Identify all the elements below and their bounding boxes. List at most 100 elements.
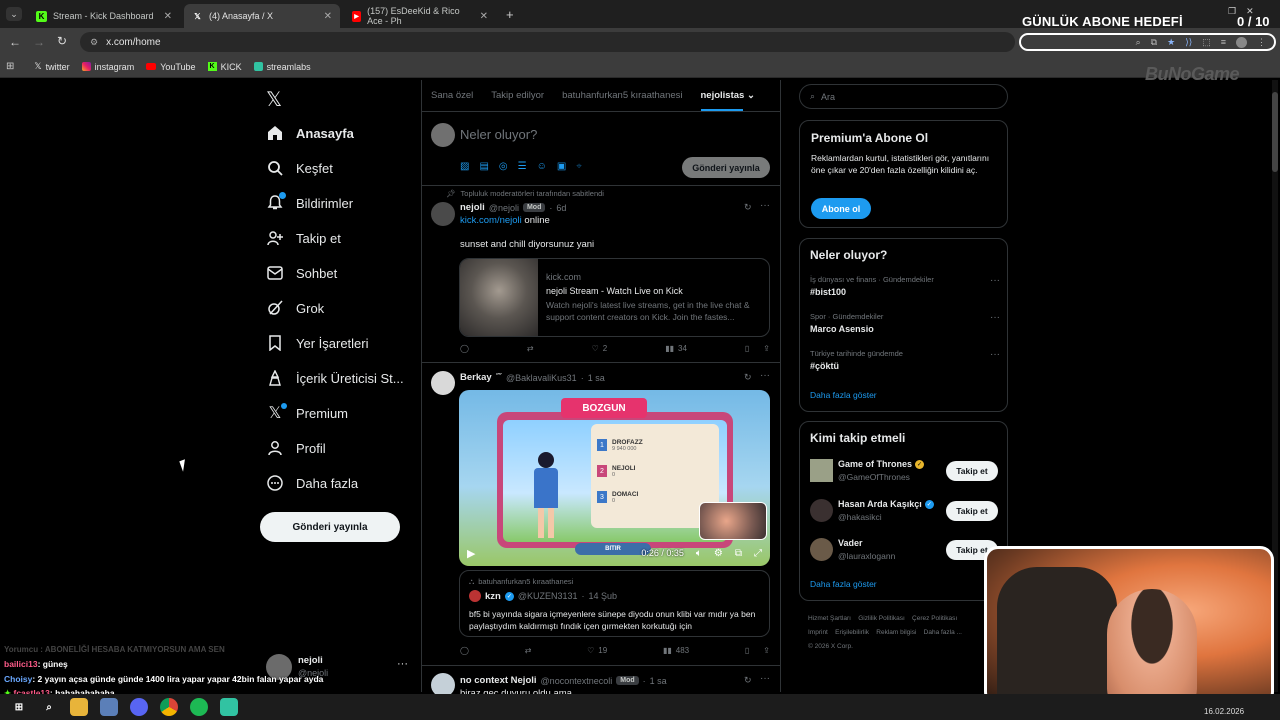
scrollbar-thumb[interactable] — [1272, 92, 1278, 172]
profile-avatar-icon[interactable] — [1236, 36, 1247, 48]
footer-link[interactable]: Imprint — [808, 629, 828, 636]
avatar[interactable] — [431, 371, 455, 395]
repost-button[interactable]: ⇄ — [527, 344, 534, 353]
trend-item[interactable]: İş dünyası ve finans · Gündemdekiler #bi… — [810, 275, 1000, 297]
more-icon[interactable]: ··· — [760, 370, 770, 381]
bookmark-instagram[interactable]: instagram — [81, 62, 134, 72]
suggestion-row[interactable]: Game of Thrones ✓ @GameOfThrones Takip et — [810, 458, 1002, 484]
more-icon[interactable]: ··· — [990, 275, 1000, 286]
browser-tab-kick[interactable]: K Stream - Kick Dashboard ✕ — [28, 4, 180, 28]
menu-icon[interactable]: ⋮ — [1257, 37, 1266, 48]
more-icon[interactable]: ··· — [760, 200, 770, 211]
nav-notifications[interactable]: Bildirimler — [266, 189, 353, 217]
bookmark-button[interactable]: ▯ ⇪ — [745, 344, 770, 353]
search-input[interactable]: ⌕ Ara — [799, 84, 1008, 109]
grok-icon[interactable]: ↻ — [744, 372, 752, 383]
video-player[interactable]: BOZGUN 1 DROFAZZ 9 940 000 2 NEJOLI 0 3 DO… — [459, 390, 770, 566]
repost-button[interactable]: ⇄ — [525, 646, 532, 655]
poll-icon[interactable]: ☰ — [518, 161, 527, 172]
nav-creator-studio[interactable]: İçerik Üreticisi St... — [266, 364, 404, 392]
spotify-icon[interactable] — [190, 698, 208, 716]
follow-button[interactable]: Takip et — [946, 501, 998, 521]
footer-link[interactable]: Daha fazla ... — [924, 629, 962, 636]
tab-community[interactable]: batuhanfurkan5 kıraathanesi — [562, 90, 682, 101]
kick-link[interactable]: kick.com/nejoli — [460, 215, 522, 226]
more-icon[interactable]: ··· — [990, 349, 1000, 360]
cast-icon[interactable]: ⟩⟩ — [1185, 37, 1192, 48]
grok-icon[interactable]: ↻ — [744, 202, 752, 213]
suggestion-row[interactable]: Hasan Arda Kaşıkçı ✓ @hakasikci Takip et — [810, 498, 1002, 524]
more-icon[interactable]: ··· — [760, 673, 770, 684]
new-tab-button[interactable]: + — [506, 7, 514, 22]
like-button[interactable]: ♡ 2 — [592, 344, 608, 353]
apps-icon[interactable]: ⊞ — [6, 61, 14, 72]
reply-button[interactable]: ◯ — [460, 646, 469, 655]
emoji-icon[interactable]: ☺ — [537, 161, 547, 172]
windows-start-icon[interactable]: ⊞ — [10, 698, 28, 716]
author-handle[interactable]: @nocontextnecoli — [541, 676, 613, 686]
nav-more[interactable]: Daha fazla — [266, 469, 358, 497]
grok-icon[interactable]: ◎ — [499, 161, 508, 172]
reading-list-icon[interactable]: ≡ — [1221, 37, 1226, 47]
tab-nejolistas[interactable]: nejolistas ⌄ — [700, 90, 755, 111]
bookmark-kick[interactable]: K KICK — [207, 62, 242, 72]
fullscreen-icon[interactable]: ⤢ — [754, 548, 762, 559]
gif-icon[interactable]: ▤ — [479, 161, 488, 172]
nav-follow[interactable]: Takip et — [266, 224, 341, 252]
post-time[interactable]: 1 sa — [588, 373, 605, 383]
show-more-suggestions[interactable]: Daha fazla göster — [810, 579, 877, 589]
share-icon[interactable]: ⇪ — [763, 344, 770, 353]
chrome-icon[interactable] — [160, 698, 178, 716]
author-handle[interactable]: @nejoli — [489, 203, 519, 213]
volume-icon[interactable]: 🔈︎ — [696, 548, 702, 559]
views-button[interactable]: ▮▮ 483 — [663, 646, 689, 655]
nav-premium[interactable]: 𝕏 Premium — [266, 399, 348, 427]
close-icon[interactable]: ✕ — [324, 11, 332, 22]
extensions-icon[interactable]: ⬚ — [1202, 37, 1211, 48]
footer-link[interactable]: Hizmet Şartları — [808, 615, 851, 622]
close-window-icon[interactable]: ✕ — [1246, 6, 1254, 17]
footer-link[interactable]: Gizlilik Politikası — [858, 615, 905, 622]
show-more-trends[interactable]: Daha fazla göster — [810, 390, 877, 400]
reload-icon[interactable]: ↻ — [57, 34, 67, 48]
nav-explore[interactable]: Keşfet — [266, 154, 333, 182]
nav-profile[interactable]: Profil — [266, 434, 326, 462]
browser-tab-x[interactable]: 𝕏 (4) Anasayfa / X ✕ — [184, 4, 340, 28]
streamlabs-icon[interactable] — [220, 698, 238, 716]
avatar[interactable] — [431, 202, 455, 226]
zoom-icon[interactable]: ⌕ — [1136, 37, 1141, 48]
link-preview-card[interactable]: kick.com nejoli Stream - Watch Live on K… — [459, 258, 770, 337]
nav-grok[interactable]: Grok — [266, 294, 324, 322]
share-icon[interactable]: ⧉ — [1151, 37, 1157, 48]
address-bar[interactable]: ⚙ x.com/home — [80, 32, 1015, 52]
like-button[interactable]: ♡ 19 — [587, 646, 607, 655]
trend-item[interactable]: Spor · Gündemdekiler Marco Asensio ··· — [810, 312, 1000, 334]
compose-input[interactable]: Neler oluyor? — [460, 127, 537, 142]
browser-tab-youtube[interactable]: ▶ (157) EsDeeKid & Rico Ace - Ph ✕ — [344, 4, 496, 28]
app-icon[interactable] — [100, 698, 118, 716]
file-explorer-icon[interactable] — [70, 698, 88, 716]
tab-search-button[interactable]: ⌄ — [6, 7, 22, 21]
bookmark-twitter[interactable]: 𝕏twitter — [34, 61, 69, 72]
footer-link[interactable]: Çerez Politikası — [912, 615, 957, 622]
play-icon[interactable]: ▶ — [467, 547, 475, 560]
pip-icon[interactable]: ⧉ — [735, 548, 742, 559]
forward-icon[interactable]: → — [33, 35, 45, 49]
author-name[interactable]: nejoli — [460, 202, 485, 213]
grok-icon[interactable]: ↻ — [744, 675, 752, 686]
image-icon[interactable]: ▨ — [460, 161, 469, 172]
quoted-post[interactable]: ⛬ batuhanfurkan5 kıraathanesi kzn ✓ @KUZE… — [459, 570, 770, 637]
x-logo-icon[interactable]: 𝕏 — [266, 87, 282, 112]
trend-item[interactable]: Türkiye tarihinde gündemde #çöktü ··· — [810, 349, 1000, 371]
subscribe-button[interactable]: Abone ol — [811, 198, 871, 219]
views-button[interactable]: ▮▮ 34 — [665, 344, 687, 353]
post-time[interactable]: 1 sa — [650, 676, 667, 686]
location-icon[interactable]: ⌖ — [576, 161, 582, 172]
bookmark-button[interactable]: ▯ ⇪ — [745, 646, 770, 655]
tab-following[interactable]: Takip edilyor — [491, 90, 544, 101]
more-icon[interactable]: ··· — [990, 312, 1000, 323]
schedule-icon[interactable]: ▣ — [557, 161, 566, 172]
close-icon[interactable]: ✕ — [164, 11, 172, 22]
restore-icon[interactable]: ❐ — [1228, 6, 1236, 17]
author-name[interactable]: no context Nejoli — [460, 675, 537, 686]
